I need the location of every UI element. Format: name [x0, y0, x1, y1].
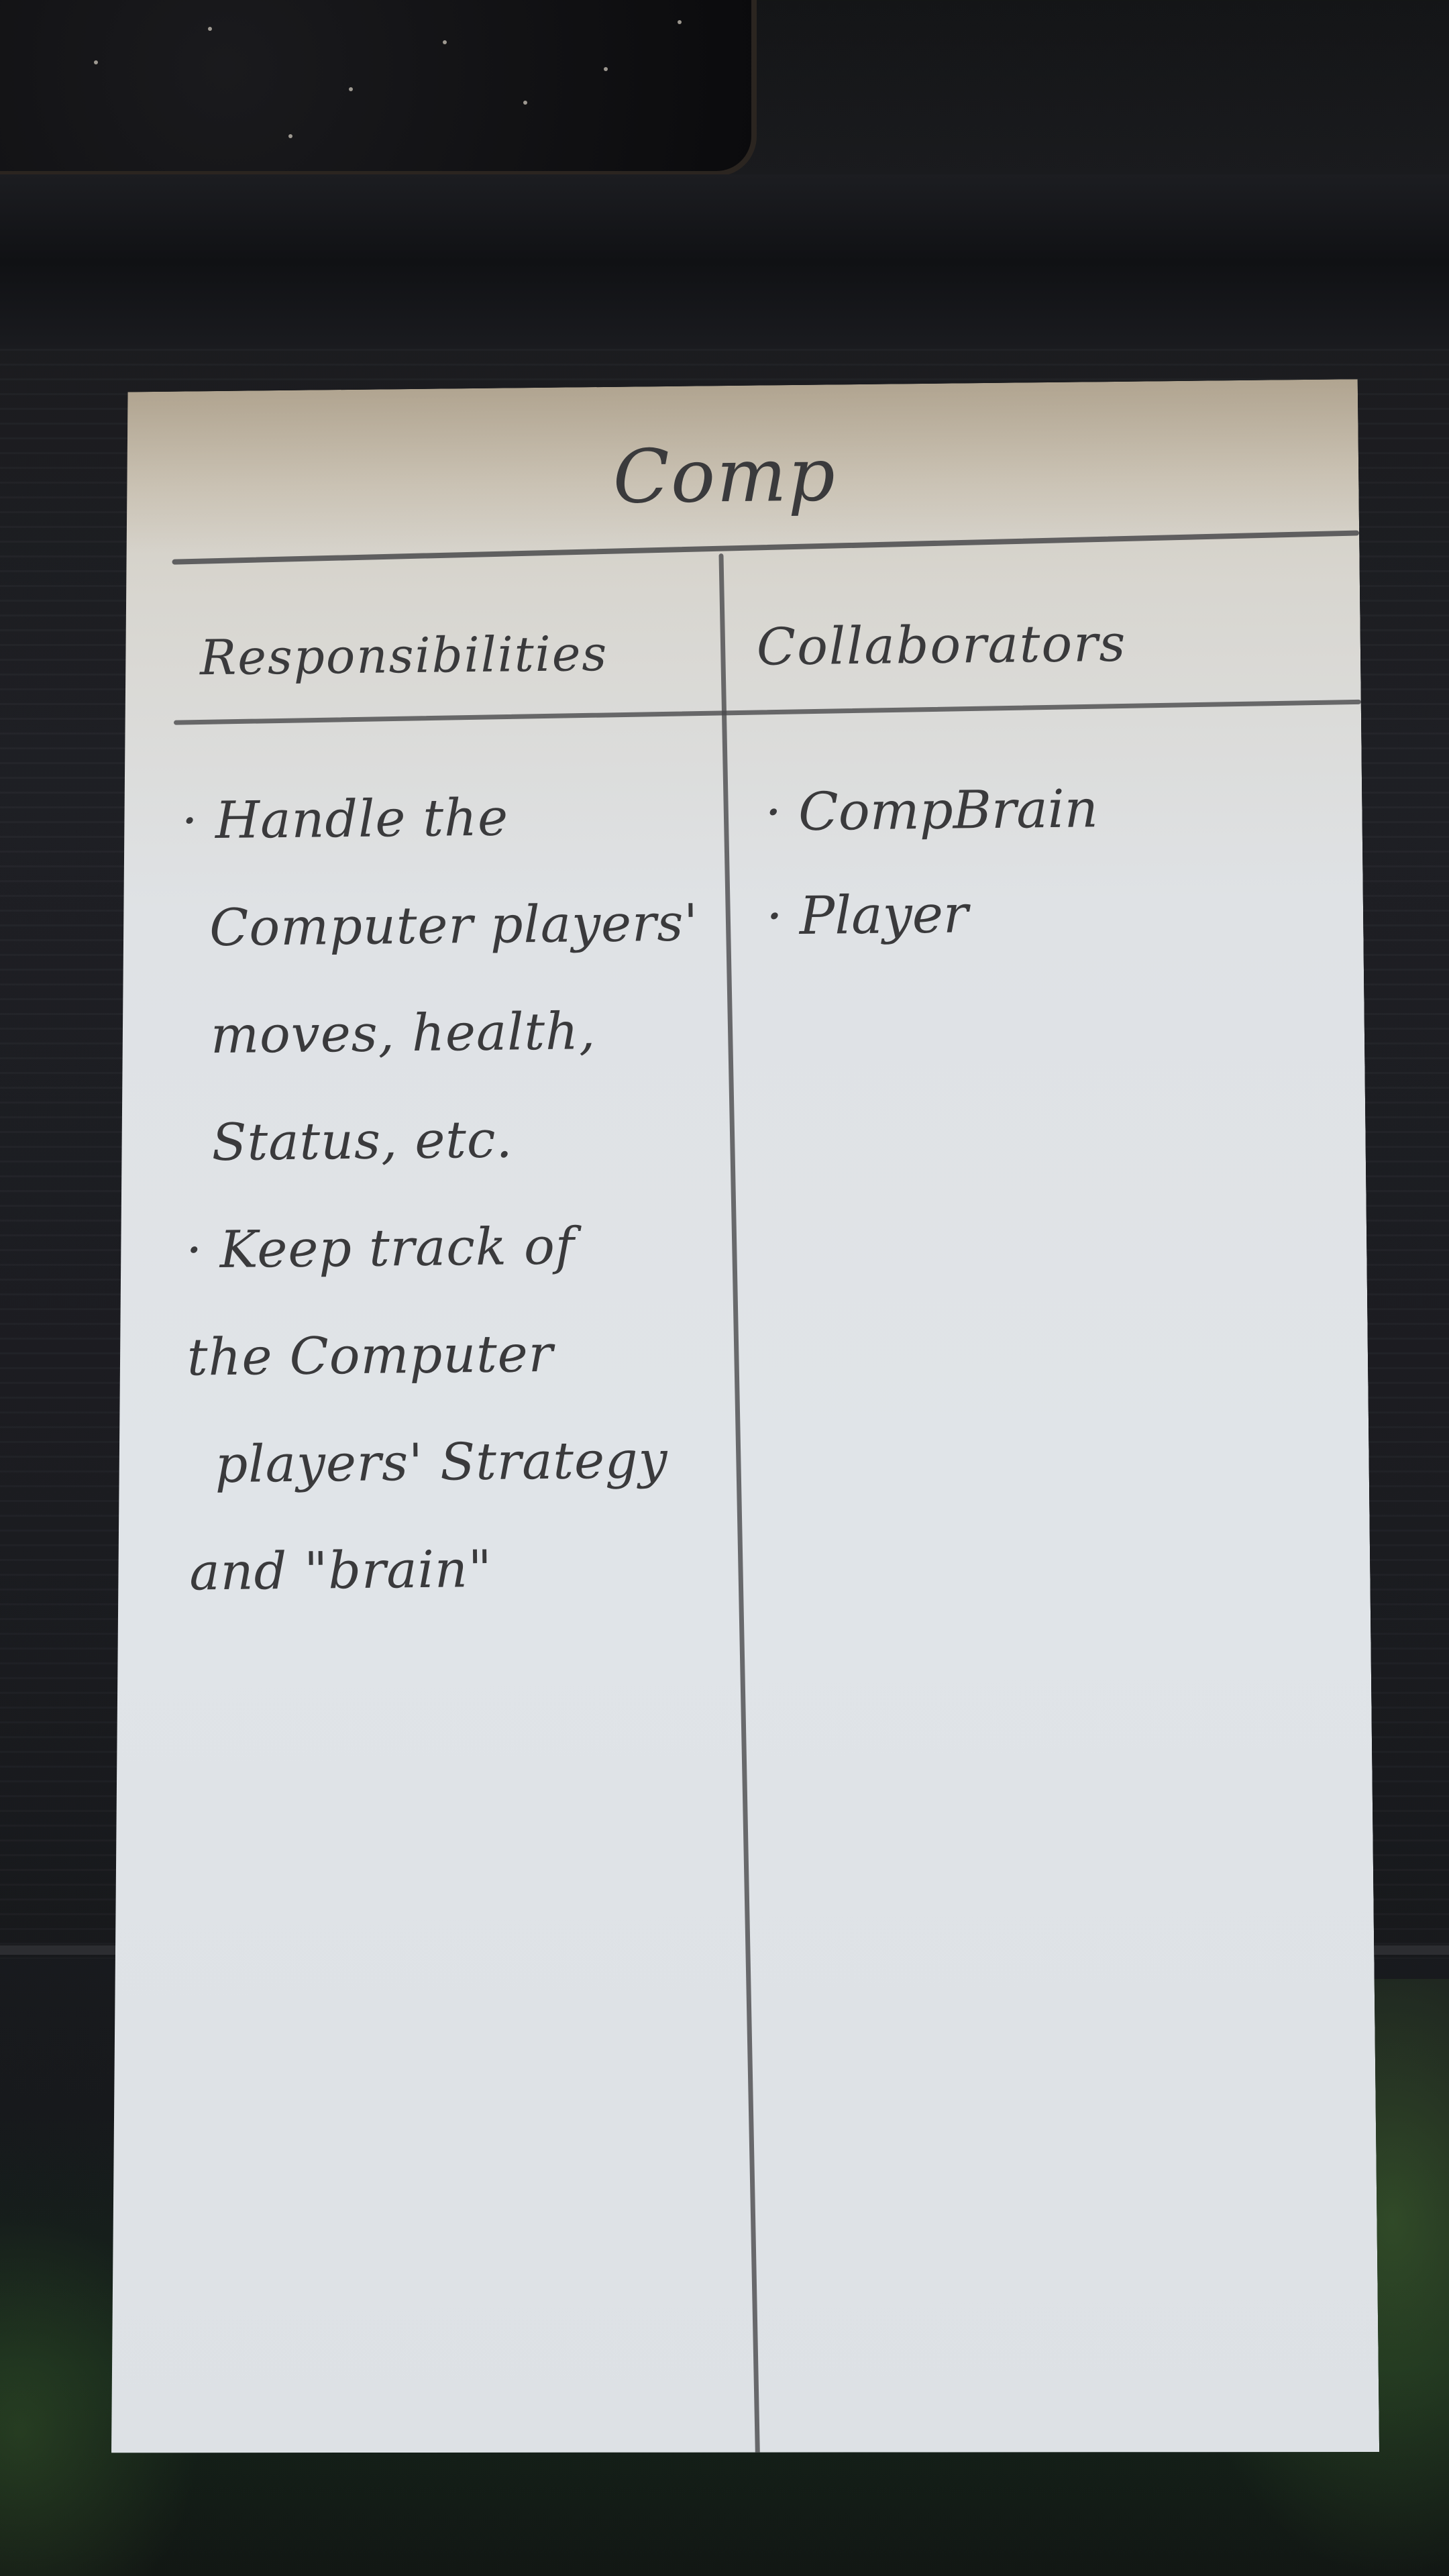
- collaborator-item: · CompBrain: [765, 779, 1099, 843]
- header-divider-line: [174, 700, 1361, 725]
- responsibilities-list: · Handle the Computer players' moves, he…: [181, 761, 727, 1625]
- card-title: Comp: [612, 431, 837, 520]
- responsibility-line: moves, health,: [210, 1001, 596, 1065]
- crc-index-card: Comp Responsibilities Collaborators · Ha…: [90, 379, 1379, 2465]
- responsibility-line: and "brain": [189, 1538, 493, 1602]
- laptop-edge: [0, 0, 757, 176]
- collaborators-list: · CompBrain · Player: [765, 755, 1344, 969]
- collaborators-heading: Collaborators: [756, 612, 1127, 677]
- collaborator-item: · Player: [765, 884, 969, 947]
- responsibility-line: the Computer: [186, 1323, 554, 1387]
- responsibility-line: players' Strategy: [215, 1430, 668, 1495]
- responsibility-line: Computer players': [209, 892, 699, 958]
- responsibility-line: · Handle the: [181, 787, 509, 851]
- responsibility-line: · Keep track of: [185, 1216, 576, 1280]
- responsibility-line: Status, etc.: [211, 1109, 513, 1173]
- responsibilities-heading: Responsibilities: [199, 625, 608, 686]
- desk-edge: [0, 174, 1449, 349]
